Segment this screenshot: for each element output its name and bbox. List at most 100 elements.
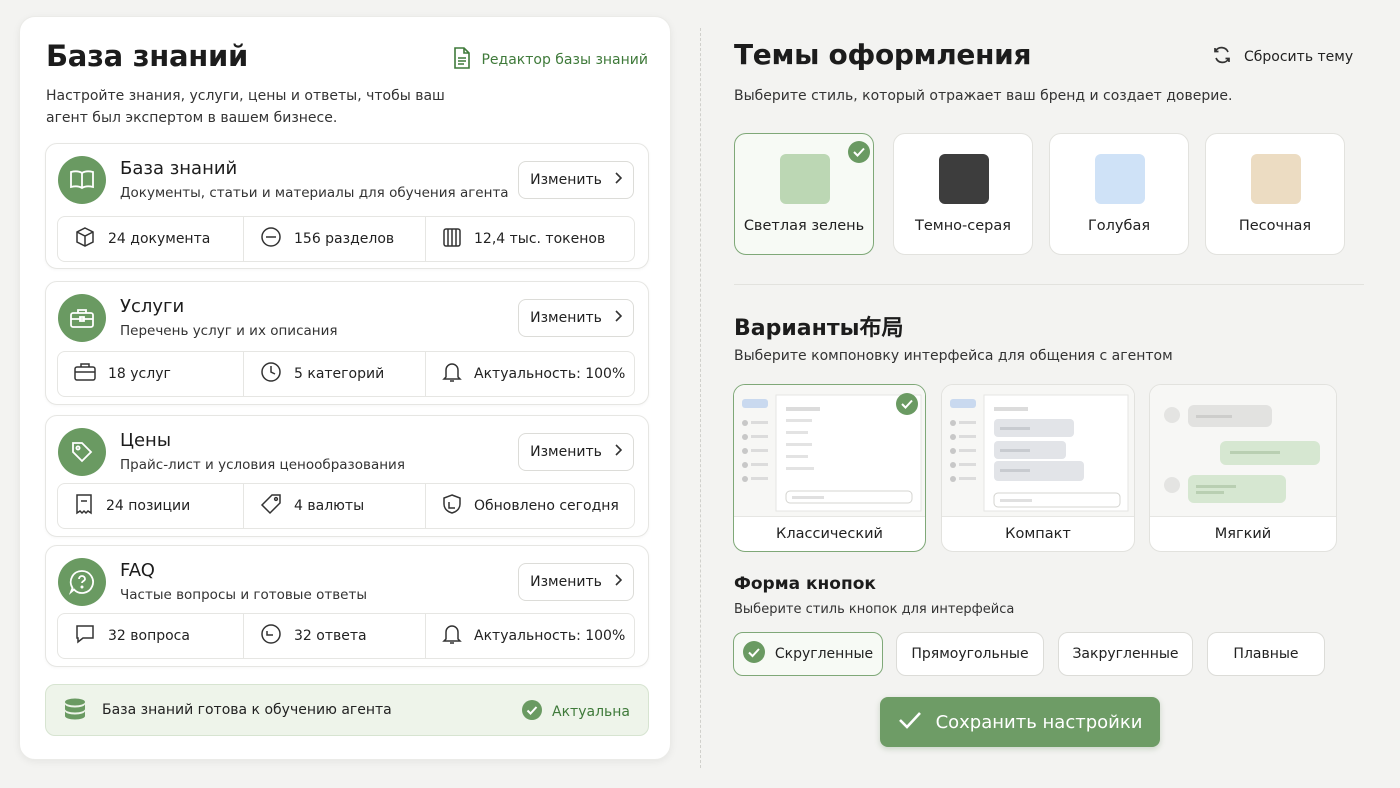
save-settings-button[interactable]: Сохранить настройки [880, 697, 1160, 747]
layouts-title: Варианты布局 [734, 316, 904, 341]
stat-positions: 24 позиции [58, 484, 244, 528]
bell-icon [442, 361, 462, 387]
stat-sections: 156 разделов [244, 217, 426, 261]
clock-icon [260, 361, 282, 387]
layout-preview [1150, 385, 1336, 517]
reset-theme-button[interactable]: Сбросить тему [1212, 45, 1353, 69]
shape-option-label: Скругленные [774, 646, 874, 662]
section-divider [734, 284, 1364, 285]
stat-text: 156 разделов [294, 231, 395, 247]
chevron-right-icon [614, 310, 623, 326]
stat-text: 32 ответа [294, 628, 367, 644]
theme-swatch [1251, 154, 1301, 204]
editor-link-label: Редактор базы знаний [481, 52, 648, 68]
stats-row: 18 услуг 5 категорий Актуальность: 100% [57, 351, 635, 397]
stat-text: 32 вопроса [108, 628, 190, 644]
stats-row: 24 документа 156 разделов 12,4 тыс. токе… [57, 216, 635, 262]
refresh-icon [1212, 45, 1232, 69]
vertical-divider [700, 28, 701, 768]
page-subtitle: Настройте знания, услуги, цены и ответы,… [46, 88, 445, 126]
edit-knowledge-button[interactable]: Изменить [518, 161, 634, 199]
layout-label: Компакт [1005, 526, 1071, 542]
button-shape-title: Форма кнопок [734, 574, 876, 594]
shape-option-label: Прямоугольные [911, 646, 1029, 662]
chevron-right-icon [614, 172, 623, 188]
shape-option-rounded[interactable]: Скругленные [733, 632, 883, 676]
layout-option-classic[interactable]: Классический [733, 384, 926, 552]
section-description: Перечень услуг и их описания [120, 323, 338, 339]
theme-swatch [939, 154, 989, 204]
edit-prices-button[interactable]: Изменить [518, 433, 634, 471]
themes-subtitle: Выберите стиль, который отражает ваш бре… [734, 88, 1233, 104]
theme-label: Голубая [1087, 218, 1151, 234]
shape-option-label: Плавные [1233, 646, 1299, 662]
section-card-faq: FAQ Частые вопросы и готовые ответы Изме… [45, 545, 649, 667]
theme-label: Темно-серая [914, 218, 1011, 234]
bell-icon [442, 623, 462, 649]
theme-option-dark-gray[interactable]: Темно-серая [893, 133, 1033, 255]
theme-swatch [1095, 154, 1145, 204]
edit-services-button[interactable]: Изменить [518, 299, 634, 337]
section-description: Частые вопросы и готовые ответы [120, 587, 367, 603]
stat-currencies: 4 валюты [244, 484, 426, 528]
theme-option-sand[interactable]: Песочная [1205, 133, 1345, 255]
stat-services: 18 услуг [58, 352, 244, 396]
check-icon [898, 711, 922, 734]
edit-button-label: Изменить [530, 172, 602, 188]
knowledge-base-editor-link[interactable]: Редактор базы знаний [453, 47, 648, 73]
edit-button-label: Изменить [530, 574, 602, 590]
layouts-subtitle: Выберите компоновку интерфейса для общен… [734, 348, 1173, 364]
stat-relevance: Актуальность: 100% [426, 352, 634, 396]
button-shape-subtitle: Выберите стиль кнопок для интерфейса [734, 602, 1015, 617]
layout-option-compact[interactable]: Компакт [941, 384, 1135, 552]
stat-documents: 24 документа [58, 217, 244, 261]
shape-option-rectangular[interactable]: Прямоугольные [896, 632, 1044, 676]
stats-row: 24 позиции 4 валюты Обновлено сегодня [57, 483, 635, 529]
check-icon [848, 141, 870, 163]
stat-tokens: 12,4 тыс. токенов [426, 217, 634, 261]
layout-option-soft[interactable]: Мягкий [1149, 384, 1337, 552]
columns-icon [442, 226, 462, 252]
layout-label: Классический [776, 526, 883, 542]
stat-text: 12,4 тыс. токенов [474, 231, 606, 247]
stat-questions: 32 вопроса [58, 614, 244, 658]
section-card-services: Услуги Перечень услуг и их описания Изме… [45, 281, 649, 405]
ready-banner-text: База знаний готова к обучению агента [102, 702, 392, 718]
stats-row: 32 вопроса 32 ответа Актуальность: 100% [57, 613, 635, 659]
themes-title: Темы оформления [734, 38, 1032, 71]
stat-text: Обновлено сегодня [474, 498, 619, 514]
theme-label: Песочная [1238, 218, 1312, 234]
shape-option-round[interactable]: Закругленные [1058, 632, 1193, 676]
edit-faq-button[interactable]: Изменить [518, 563, 634, 601]
section-description: Прайс-лист и условия ценообразования [120, 457, 405, 473]
theme-swatch [780, 154, 830, 204]
stat-relevance: Актуальность: 100% [426, 614, 634, 658]
page-title: База знаний [46, 39, 249, 73]
book-icon [58, 156, 106, 204]
section-title: База знаний [120, 158, 238, 179]
stat-text: 24 позиции [106, 498, 191, 514]
stat-categories: 5 категорий [244, 352, 426, 396]
theme-option-light-green[interactable]: Светлая зелень [734, 133, 874, 255]
question-icon [58, 558, 106, 606]
database-icon [64, 698, 86, 728]
edit-button-label: Изменить [530, 444, 602, 460]
briefcase-icon [58, 294, 106, 342]
receipt-icon [74, 493, 94, 519]
tag-icon [260, 493, 282, 519]
refresh-shield-icon [442, 493, 462, 519]
document-icon [453, 47, 471, 73]
section-card-prices: Цены Прайс-лист и условия ценообразовани… [45, 415, 649, 537]
edit-button-label: Изменить [530, 310, 602, 326]
check-icon [896, 393, 918, 415]
theme-option-blue[interactable]: Голубая [1049, 133, 1189, 255]
stat-text: 5 категорий [294, 366, 385, 382]
chat-bubble-icon [74, 623, 96, 649]
knowledge-base-panel: База знаний Редактор базы знаний Настрой… [19, 16, 671, 760]
stat-text: Актуальность: 100% [474, 366, 626, 382]
check-circle-icon [742, 641, 765, 667]
shape-option-smooth[interactable]: Плавные [1207, 632, 1325, 676]
stat-answers: 32 ответа [244, 614, 426, 658]
stat-text: 18 услуг [108, 366, 171, 382]
section-title: Цены [120, 430, 172, 451]
